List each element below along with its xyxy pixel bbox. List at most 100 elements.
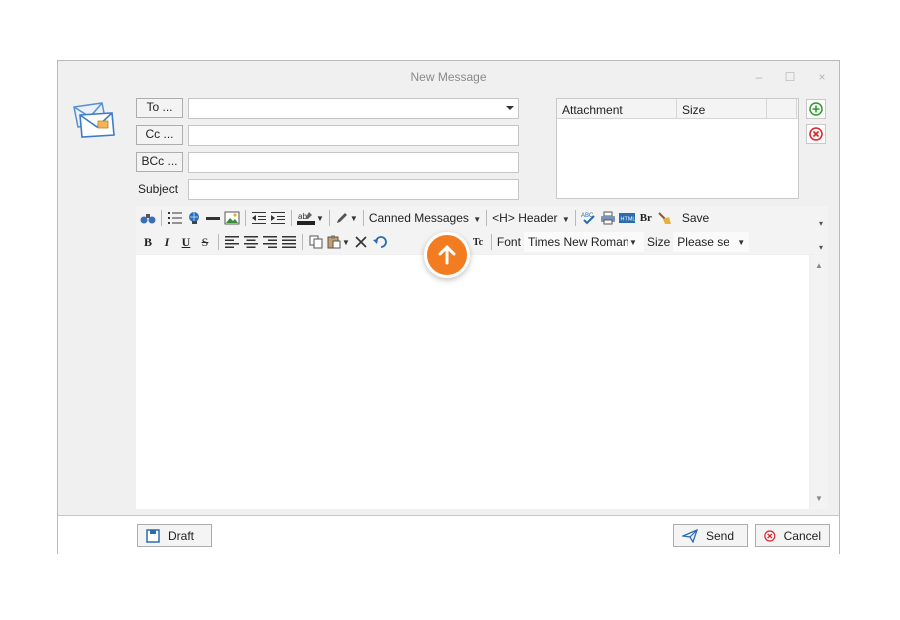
toolbar-separator (574, 210, 576, 226)
chevron-down-icon[interactable]: ▼ (342, 238, 350, 247)
close-button[interactable]: × (812, 68, 832, 86)
attachment-column-header[interactable]: Attachment (557, 99, 677, 118)
font-family-select[interactable]: Times New Roman ▼ (523, 232, 644, 252)
bcc-field[interactable] (188, 152, 519, 173)
chevron-down-icon: ▼ (628, 237, 637, 247)
toolbar-separator (302, 234, 303, 250)
toolbar-separator (245, 210, 246, 226)
bcc-button[interactable]: BCc ... (136, 152, 183, 172)
subject-label: Subject (138, 182, 179, 196)
save-toolbar-button[interactable]: Save (682, 211, 709, 225)
editor-toolbar-row-1: ab ▼ ▼ Canned Messages ▼ <H> Header ▼ AB… (136, 206, 828, 230)
align-center-icon[interactable] (243, 233, 259, 251)
toolbar-separator (291, 210, 292, 226)
html-view-icon[interactable]: HTML (618, 209, 635, 227)
br-label: Br (639, 212, 652, 224)
send-label: Send (706, 528, 735, 543)
size-label: Size (646, 235, 671, 249)
editor-scrollbar[interactable]: ▲ ▼ (811, 255, 828, 509)
highlight-color-icon[interactable]: ab ▼ (297, 209, 324, 227)
italic-button[interactable]: I (159, 233, 175, 251)
outdent-icon[interactable] (251, 209, 267, 227)
font-size-value: Please select (677, 235, 730, 249)
toolbar-separator (218, 234, 219, 250)
save-disk-icon (146, 528, 160, 543)
print-icon[interactable] (600, 209, 616, 227)
subject-field[interactable] (188, 179, 519, 200)
chevron-down-icon[interactable]: ▼ (350, 214, 358, 223)
find-binoculars-icon[interactable] (140, 209, 156, 227)
scroll-down-icon[interactable]: ▼ (815, 494, 823, 503)
bold-button[interactable]: B (140, 233, 156, 251)
toolbar-separator (486, 210, 488, 226)
header-dropdown[interactable]: <H> Header ▼ (492, 211, 570, 225)
indent-icon[interactable] (270, 209, 286, 227)
minimize-button[interactable]: – (749, 68, 769, 86)
cut-icon[interactable] (353, 233, 369, 251)
copy-icon[interactable] (308, 233, 324, 251)
attachment-list[interactable]: Attachment Size (556, 98, 799, 199)
spell-check-icon[interactable]: ABC (581, 209, 597, 227)
insert-link-globe-icon[interactable] (186, 209, 202, 227)
remove-attachment-button[interactable] (806, 124, 826, 144)
pen-icon[interactable]: ▼ (335, 209, 358, 227)
undo-icon[interactable] (372, 233, 388, 251)
chevron-down-icon[interactable] (506, 106, 514, 110)
canned-messages-label: Canned Messages (368, 211, 469, 225)
chevron-down-icon: ▼ (473, 215, 482, 224)
underline-button[interactable]: U (178, 233, 194, 251)
blank-column-header[interactable] (767, 99, 797, 118)
chevron-down-icon[interactable]: ▼ (316, 214, 324, 223)
subscript-button[interactable]: Tc (470, 233, 486, 251)
font-size-select[interactable]: Please select ▼ (673, 232, 750, 252)
font-family-value: Times New Roman (527, 235, 628, 249)
cc-field[interactable] (188, 125, 519, 146)
svg-text:HTML: HTML (620, 217, 635, 223)
scroll-up-icon[interactable]: ▲ (815, 261, 823, 270)
font-label: Font (496, 235, 521, 249)
strikethrough-button[interactable]: S (197, 233, 213, 251)
chevron-down-icon: ▼ (737, 237, 746, 247)
line-break-button[interactable]: Br (638, 209, 654, 227)
close-circle-icon (764, 529, 776, 542)
align-right-icon[interactable] (262, 233, 278, 251)
bullet-list-icon[interactable] (167, 209, 183, 227)
envelope-icon (73, 102, 115, 138)
align-left-icon[interactable] (224, 233, 240, 251)
paste-icon[interactable]: ▼ (327, 233, 350, 251)
toolbar-separator (490, 234, 492, 250)
footer-bar: Draft Send Cancel (58, 515, 839, 554)
arrow-up-icon (438, 245, 456, 265)
to-button[interactable]: To ... (136, 98, 183, 118)
title-bar: New Message – ☐ × (58, 61, 839, 93)
scroll-to-top-button[interactable] (424, 232, 470, 278)
send-button[interactable]: Send (673, 524, 748, 547)
toolbar-overflow-icon[interactable]: ▾ (815, 243, 827, 255)
header-label: <H> Header (492, 211, 558, 225)
draft-button[interactable]: Draft (137, 524, 212, 547)
to-field[interactable] (188, 98, 519, 119)
clear-formatting-broom-icon[interactable] (657, 209, 673, 227)
add-attachment-button[interactable] (806, 99, 826, 119)
maximize-button[interactable]: ☐ (780, 68, 800, 86)
toolbar-separator (161, 210, 162, 226)
attachment-header: Attachment Size (557, 99, 798, 119)
horizontal-rule-icon[interactable] (205, 209, 221, 227)
hidden-toolbar-items (391, 233, 429, 251)
cancel-label: Cancel (783, 528, 821, 543)
justify-icon[interactable] (281, 233, 297, 251)
plus-circle-icon (809, 102, 823, 116)
canned-messages-dropdown[interactable]: Canned Messages ▼ (369, 211, 481, 225)
new-message-window: New Message – ☐ × To ... Cc ... BCc ... … (57, 60, 840, 554)
insert-image-icon[interactable] (224, 209, 240, 227)
message-body-editor[interactable] (136, 255, 809, 509)
paper-plane-icon (682, 528, 698, 543)
chevron-down-icon: ▼ (561, 215, 570, 224)
cc-button[interactable]: Cc ... (136, 125, 183, 145)
draft-label: Draft (168, 528, 195, 543)
size-column-header[interactable]: Size (677, 99, 767, 118)
cancel-button[interactable]: Cancel (755, 524, 830, 547)
svg-text:ab: ab (298, 212, 307, 221)
window-title: New Message (410, 70, 487, 84)
editor-toolbar-row-2: B I U S ▼ A (136, 230, 828, 254)
